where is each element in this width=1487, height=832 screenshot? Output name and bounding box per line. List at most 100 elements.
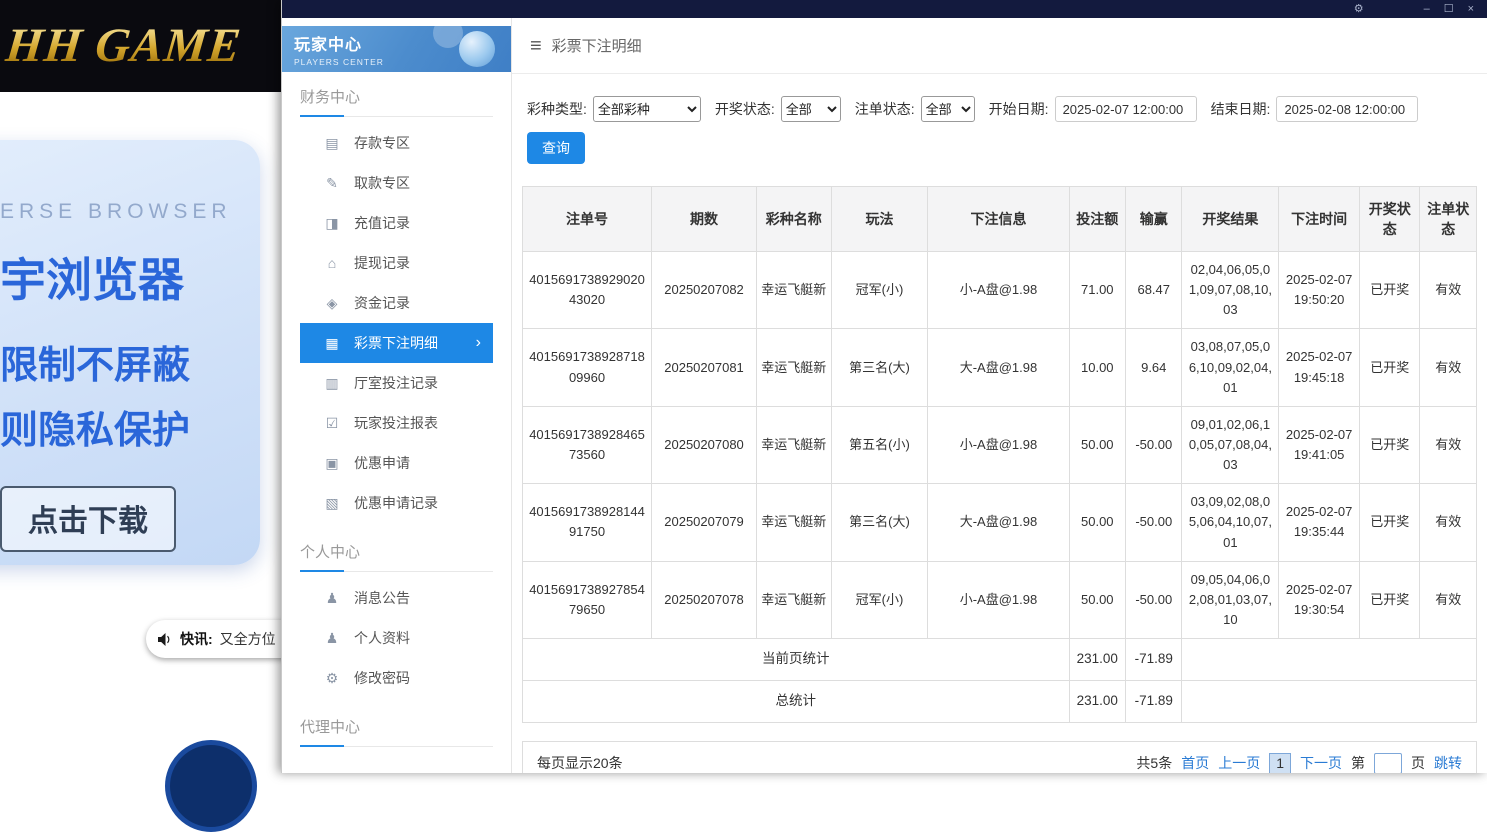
sidebar-item-label: 彩票下注明细 — [354, 333, 438, 353]
withdraw-icon: ✎ — [324, 175, 340, 192]
cell-period: 20250207078 — [652, 561, 757, 638]
sidebar-item-profile[interactable]: ♟ 个人资料 — [300, 618, 493, 658]
end-date-label: 结束日期: — [1211, 99, 1271, 119]
cell-amount: 50.00 — [1069, 406, 1125, 483]
cell-result: 03,09,02,08,05,06,04,10,07,01 — [1182, 484, 1279, 561]
cell-bet-info: 小-A盘@1.98 — [928, 561, 1069, 638]
cell-play: 第三名(大) — [831, 484, 928, 561]
page-title: 彩票下注明细 — [552, 35, 642, 56]
draw-status-select[interactable]: 全部 — [781, 96, 841, 122]
total-count: 共5条 — [1136, 753, 1172, 773]
page-prefix: 第 — [1351, 753, 1365, 773]
page-jump-input[interactable] — [1374, 753, 1402, 773]
promo-headline: 宇浏览器 — [0, 244, 260, 310]
cell-order-no: 401569173892902043020 — [523, 252, 652, 329]
ticker-label: 快讯: — [180, 629, 213, 649]
total-summary-row: 总统计 231.00 -71.89 — [523, 681, 1477, 723]
cell-period: 20250207081 — [652, 329, 757, 406]
cell-bet-time: 2025-02-07 19:41:05 — [1279, 406, 1360, 483]
gear-icon: ⚙ — [324, 670, 340, 687]
cell-lottery: 幸运飞艇新 — [756, 252, 831, 329]
current-page[interactable]: 1 — [1269, 753, 1291, 773]
table-header-row: 注单号 期数 彩种名称 玩法 下注信息 投注额 输赢 开奖结果 下注时间 开奖状… — [523, 187, 1477, 252]
end-date-input[interactable] — [1276, 96, 1418, 122]
col-result: 开奖结果 — [1182, 187, 1279, 252]
fund-record-icon: ◈ — [324, 295, 340, 312]
bet-details-table: 注单号 期数 彩种名称 玩法 下注信息 投注额 输赢 开奖结果 下注时间 开奖状… — [522, 186, 1477, 723]
cell-bet-time: 2025-02-07 19:35:44 — [1279, 484, 1360, 561]
sidebar-item-change-password[interactable]: ⚙ 修改密码 — [300, 658, 493, 698]
first-page-link[interactable]: 首页 — [1181, 753, 1209, 773]
cell-amount: 10.00 — [1069, 329, 1125, 406]
sidebar-item-label: 消息公告 — [354, 588, 410, 608]
table-row: 401569173892902043020 20250207082 幸运飞艇新 … — [523, 252, 1477, 329]
col-draw-status: 开奖状态 — [1359, 187, 1420, 252]
chevron-right-icon: › — [476, 334, 493, 352]
next-page-link[interactable]: 下一页 — [1300, 753, 1342, 773]
start-date-label: 开始日期: — [989, 99, 1049, 119]
withdraw-record-icon: ⌂ — [324, 255, 340, 271]
cell-bet-time: 2025-02-07 19:50:20 — [1279, 252, 1360, 329]
summary-amount: 231.00 — [1069, 639, 1125, 681]
cell-win-loss: -50.00 — [1126, 561, 1182, 638]
cell-order-status: 有效 — [1420, 561, 1477, 638]
sidebar-item-label: 优惠申请 — [354, 453, 410, 473]
sidebar-item-promo-apply-records[interactable]: ▧ 优惠申请记录 — [300, 483, 493, 523]
globe-icon — [459, 31, 495, 67]
order-status-label: 注单状态: — [855, 99, 915, 119]
summary-label: 总统计 — [523, 681, 1070, 723]
summary-win-loss: -71.89 — [1126, 681, 1182, 723]
cell-period: 20250207080 — [652, 406, 757, 483]
sidebar-item-withdraw-records[interactable]: ⌂ 提现记录 — [300, 243, 493, 283]
cell-lottery: 幸运飞艇新 — [756, 561, 831, 638]
bet-report-icon: ☑ — [324, 415, 340, 432]
cell-bet-info: 大-A盘@1.98 — [928, 484, 1069, 561]
sidebar-item-label: 玩家投注报表 — [354, 413, 438, 433]
cell-play: 冠军(小) — [831, 252, 928, 329]
hamburger-icon[interactable]: ≡ — [530, 36, 542, 56]
sidebar-item-hall-bet-records[interactable]: ▥ 厅室投注记录 — [300, 363, 493, 403]
cell-order-no: 401569173892846573560 — [523, 406, 652, 483]
sidebar-item-deposit-zone[interactable]: ▤ 存款专区 — [300, 123, 493, 163]
start-date-input[interactable] — [1055, 96, 1197, 122]
pager: 共5条 首页 上一页 1 下一页 第 页 跳转 — [1136, 753, 1462, 773]
prev-page-link[interactable]: 上一页 — [1218, 753, 1260, 773]
cell-order-no: 401569173892785479650 — [523, 561, 652, 638]
cell-play: 第三名(大) — [831, 329, 928, 406]
sidebar-item-fund-records[interactable]: ◈ 资金记录 — [300, 283, 493, 323]
promo-feature-2: 则隐私保护 — [0, 399, 260, 454]
download-button[interactable]: 点击下载 — [0, 486, 176, 552]
speaker-icon — [158, 633, 173, 646]
content-header: ≡ 彩票下注明细 — [512, 18, 1487, 74]
lottery-type-label: 彩种类型: — [527, 99, 587, 119]
order-status-select[interactable]: 全部 — [921, 96, 975, 122]
site-logo: HH GAME — [3, 18, 244, 73]
sidebar-item-player-bet-report[interactable]: ☑ 玩家投注报表 — [300, 403, 493, 443]
sidebar-item-recharge-records[interactable]: ◨ 充值记录 — [300, 203, 493, 243]
summary-empty — [1182, 681, 1477, 723]
sidebar-item-withdraw-zone[interactable]: ✎ 取款专区 — [300, 163, 493, 203]
minimize-icon[interactable]: – — [1419, 4, 1435, 15]
section-finance-center: 财务中心 — [300, 86, 493, 117]
cell-play: 冠军(小) — [831, 561, 928, 638]
search-button[interactable]: 查询 — [527, 132, 585, 164]
cell-lottery: 幸运飞艇新 — [756, 484, 831, 561]
per-page-label: 每页显示20条 — [537, 753, 623, 773]
col-lottery: 彩种名称 — [756, 187, 831, 252]
maximize-icon[interactable]: ☐ — [1439, 4, 1459, 15]
cell-order-no: 401569173892814491750 — [523, 484, 652, 561]
summary-win-loss: -71.89 — [1126, 639, 1182, 681]
close-icon[interactable]: × — [1463, 4, 1479, 15]
cell-order-status: 有效 — [1420, 406, 1477, 483]
settings-gear-icon[interactable]: ⚙ — [1349, 4, 1369, 15]
cell-order-status: 有效 — [1420, 484, 1477, 561]
lottery-type-select[interactable]: 全部彩种 — [593, 96, 701, 122]
sidebar-item-lottery-bet-details[interactable]: ▦ 彩票下注明细 › — [300, 323, 493, 363]
promo-tagline: ERSE BROWSER — [0, 200, 260, 224]
jump-link[interactable]: 跳转 — [1434, 753, 1462, 773]
cell-order-status: 有效 — [1420, 252, 1477, 329]
sidebar-item-announcements[interactable]: ♟ 消息公告 — [300, 578, 493, 618]
cell-draw-status: 已开奖 — [1359, 484, 1420, 561]
sidebar-item-promo-apply[interactable]: ▣ 优惠申请 — [300, 443, 493, 483]
cell-draw-status: 已开奖 — [1359, 329, 1420, 406]
